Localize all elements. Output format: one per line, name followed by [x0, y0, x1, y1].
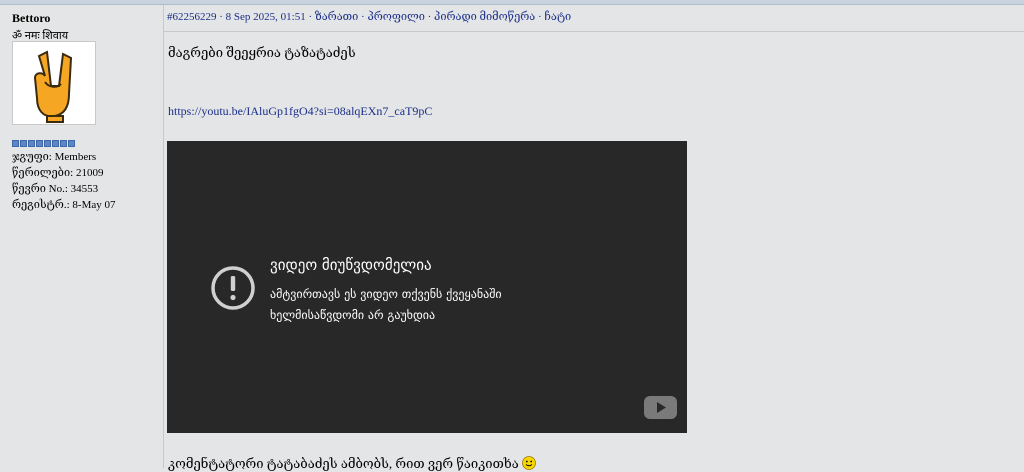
post-id-link[interactable]: #62256229 [167, 11, 217, 23]
video-embed[interactable]: ვიდეო მიუწვდომელია ამტვირთავს ეს ვიდეო თ… [167, 141, 687, 433]
stat-group: ჯგუფი: Members [12, 151, 97, 163]
post-datetime: · 8 Sep 2025, 01:51 · [219, 11, 313, 23]
stat-posts: წერილები: 21009 [12, 167, 104, 179]
video-error-title: ვიდეო მიუწვდომელია [270, 256, 432, 274]
action-profile[interactable]: პროფილი [367, 11, 424, 23]
user-stats: ჯგუფი: Members წერილები: 21009 წევრი No.… [12, 149, 115, 213]
action-private-message[interactable]: პირადი მიმოწერა [434, 11, 535, 23]
error-icon [211, 266, 255, 310]
rank-pips [12, 140, 75, 147]
video-error-message: ამტვირთავს ეს ვიდეო თქვენს ქვეყანაში ხელ… [270, 287, 502, 322]
avatar[interactable] [12, 41, 96, 125]
user-sidebar: Bettoro ॐ नमः शिवाय ჯგუფი: Members წერილ… [0, 5, 164, 468]
post-footer-text: კომენტატორი ტატაბაძეს ამბობს, რით ვერ წა… [168, 456, 536, 472]
username[interactable]: Bettoro [12, 11, 50, 26]
stat-member-no: წევრი No.: 34553 [12, 183, 99, 195]
youtube-logo-icon[interactable] [644, 396, 677, 419]
post-content: #62256229 · 8 Sep 2025, 01:51 · ზარათი ·… [164, 5, 1024, 471]
rock-hand-avatar-icon [33, 50, 73, 123]
header-divider [164, 31, 1024, 32]
stat-registered: რეგისტრ.: 8-May 07 [12, 199, 116, 211]
action-zarati[interactable]: ზარათი [315, 11, 358, 23]
post-header: #62256229 · 8 Sep 2025, 01:51 · ზარათი ·… [167, 11, 572, 23]
youtube-link[interactable]: https://youtu.be/IAluGp1fgO4?si=08alqEXn… [168, 104, 432, 119]
post-text: მაგრები შეეყრია ტაზატაძეს [168, 45, 356, 60]
action-chat[interactable]: ჩატი [544, 11, 571, 23]
